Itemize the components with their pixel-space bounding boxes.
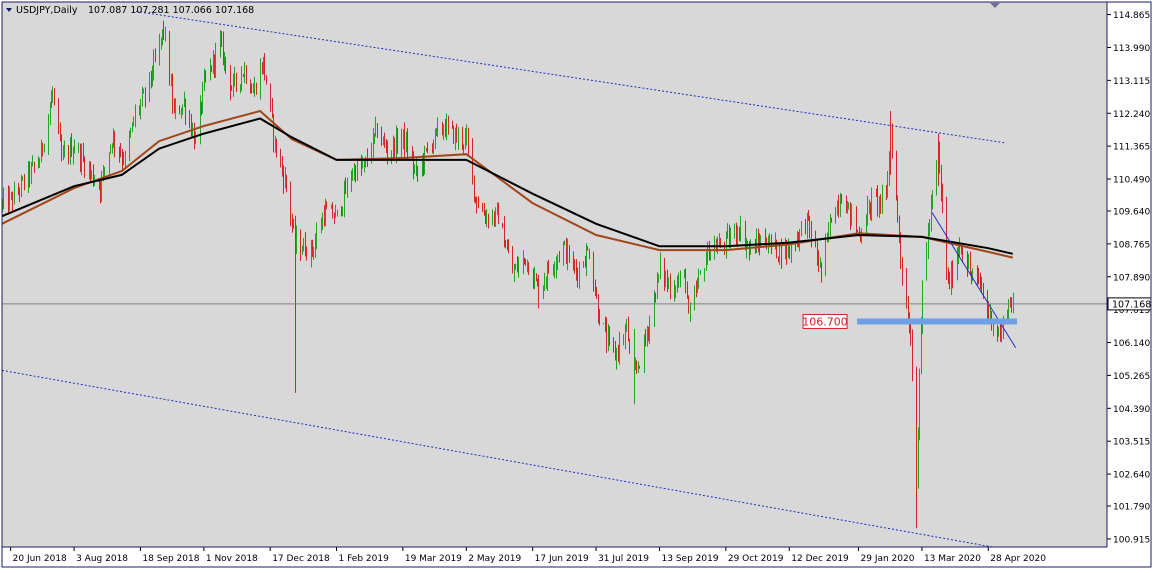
x-tick-label: 1 Feb 2019 [339, 554, 390, 564]
price-axis-panel [1107, 2, 1151, 569]
y-tick-label: 113.115 [1113, 77, 1150, 87]
x-tick-label: 12 Dec 2019 [791, 554, 849, 564]
x-tick-label: 13 Sep 2019 [662, 554, 719, 564]
y-tick-label: 114.865 [1113, 11, 1150, 21]
x-tick-label: 3 Aug 2018 [76, 554, 128, 564]
y-tick-label: 112.240 [1113, 110, 1150, 120]
x-tick-label: 18 Sep 2018 [142, 554, 199, 564]
y-tick-label: 113.990 [1113, 44, 1150, 54]
current-price-tag-text: 107.168 [1112, 299, 1151, 310]
x-tick-label: 17 Jun 2019 [535, 554, 589, 564]
x-tick-label: 2 May 2019 [468, 554, 521, 564]
y-tick-label: 110.490 [1113, 176, 1150, 186]
y-tick-label: 100.915 [1113, 535, 1150, 545]
y-tick-label: 105.265 [1113, 372, 1150, 382]
y-tick-label: 106.140 [1113, 339, 1150, 349]
support-zone-rectangle[interactable] [857, 318, 1018, 325]
x-tick-label: 28 Apr 2020 [990, 554, 1046, 564]
x-tick-label: 13 Mar 2020 [924, 554, 981, 564]
y-tick-label: 102.640 [1113, 471, 1150, 481]
x-tick-label: 17 Dec 2018 [272, 554, 330, 564]
x-tick-label: 19 Mar 2019 [405, 554, 462, 564]
usdjpy-daily-chart[interactable]: 114.865 113.990 113.115 112.240 111.365 110.4… [0, 0, 1153, 569]
current-price-tag: 107.168 [1107, 297, 1152, 311]
y-tick-label: 107.890 [1113, 273, 1150, 283]
y-tick-label: 111.365 [1113, 143, 1150, 153]
y-tick-label: 109.640 [1113, 207, 1150, 217]
chart-header: USDJPY,Daily 107.087 107.281 107.066 107… [6, 5, 254, 16]
x-tick-label: 29 Jan 2020 [861, 554, 915, 564]
ohlc-readout: 107.087 107.281 107.066 107.168 [88, 5, 254, 16]
y-tick-label: 101.790 [1113, 503, 1150, 513]
x-tick-label: 20 Jun 2018 [13, 554, 67, 564]
chart-window[interactable]: 114.865 113.990 113.115 112.240 111.365 110.4… [0, 0, 1153, 569]
x-tick-label: 31 Jul 2019 [598, 554, 649, 564]
chart-title: USDJPY,Daily [16, 5, 78, 16]
x-tick-label: 1 Nov 2018 [206, 554, 258, 564]
x-tick-label: 29 Oct 2019 [728, 554, 784, 564]
y-tick-label: 108.765 [1113, 240, 1150, 250]
y-tick-label: 103.515 [1113, 438, 1150, 448]
support-price-label-text: 106.700 [802, 315, 848, 328]
support-price-label[interactable]: 106.700 [802, 313, 848, 329]
y-tick-label: 104.390 [1113, 405, 1150, 415]
